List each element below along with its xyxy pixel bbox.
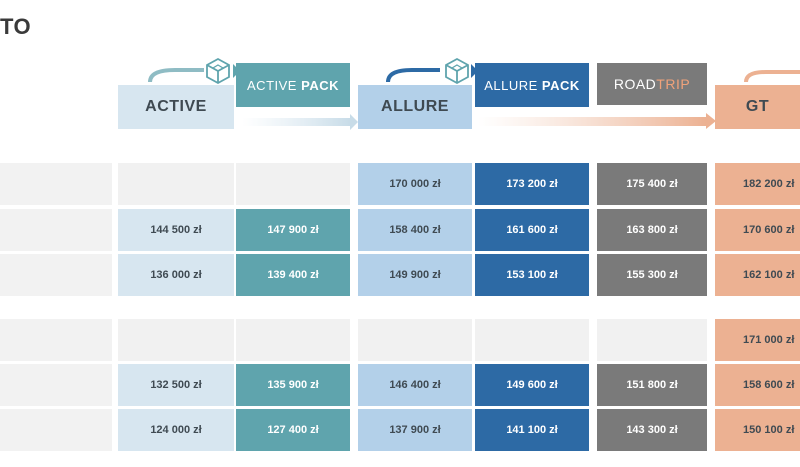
row-label [0, 364, 112, 406]
price-cell-allure: 170 000 zł [358, 163, 472, 205]
trim-header-allure-pack: ALLURE PACK [475, 63, 589, 107]
price-cell-allure-pack: 173 200 zł [475, 163, 589, 205]
price-cell-gt: 158 600 zł [715, 364, 800, 406]
price-cell-gt: 170 600 zł [715, 209, 800, 251]
price-cell-allure-pack: 149 600 zł [475, 364, 589, 406]
price-cell-allure-pack: 153 100 zł [475, 254, 589, 296]
price-cell-active [118, 319, 234, 361]
price-cell-active: 132 500 zł [118, 364, 234, 406]
trim-header-roadtrip: ROAD TRIP [597, 63, 707, 105]
trim-header-active-pack-suffix: PACK [301, 77, 339, 93]
price-cell-allure-pack: 161 600 zł [475, 209, 589, 251]
price-cell-gt: 150 100 zł [715, 409, 800, 451]
price-cell-allure [358, 319, 472, 361]
price-cell-active: 136 000 zł [118, 254, 234, 296]
price-cell-roadtrip: 143 300 zł [597, 409, 707, 451]
price-cell-gt: 171 000 zł [715, 319, 800, 361]
trim-header-allure-pack-name: ALLURE [484, 77, 538, 93]
trim-header-roadtrip-road: ROAD [613, 76, 657, 92]
price-cell-roadtrip: 151 800 zł [597, 364, 707, 406]
row-label [0, 254, 112, 296]
trim-header-gt: GT [715, 85, 800, 129]
price-cell-gt: 182 200 zł [715, 163, 800, 205]
price-cell-allure-pack [475, 319, 589, 361]
price-cell-active-pack: 147 900 zł [236, 209, 350, 251]
arrow-allure-to-pack [386, 68, 440, 83]
price-cell-allure: 137 900 zł [358, 409, 472, 451]
price-cell-roadtrip: 155 300 zł [597, 254, 707, 296]
price-cell-active-pack: 135 900 zł [236, 364, 350, 406]
price-cell-allure: 149 900 zł [358, 254, 472, 296]
price-cell-allure: 158 400 zł [358, 209, 472, 251]
price-cell-active [118, 163, 234, 205]
price-cell-active-pack [236, 319, 350, 361]
trim-header-roadtrip-trip: TRIP [656, 76, 691, 92]
price-cell-gt: 162 100 zł [715, 254, 800, 296]
price-cell-active: 124 000 zł [118, 409, 234, 451]
row-label [0, 409, 112, 451]
trim-header-active-pack: ACTIVE PACK [236, 63, 350, 107]
cube-outline-icon [445, 57, 469, 85]
price-cell-roadtrip: 175 400 zł [597, 163, 707, 205]
price-cell-active: 144 500 zł [118, 209, 234, 251]
trim-header-allure-pack-suffix: PACK [541, 77, 580, 93]
arrow-active-to-pack [148, 68, 204, 83]
price-cell-allure-pack: 141 100 zł [475, 409, 589, 451]
row-label [0, 319, 112, 361]
row-label [0, 209, 112, 251]
price-cell-active-pack [236, 163, 350, 205]
cube-outline-icon [206, 57, 230, 85]
price-cell-allure: 146 400 zł [358, 364, 472, 406]
price-cell-roadtrip: 163 800 zł [597, 209, 707, 251]
price-cell-roadtrip [597, 319, 707, 361]
arrow-gt-top [744, 70, 800, 83]
price-cell-active-pack: 127 400 zł [236, 409, 350, 451]
trim-header-active: ACTIVE [118, 85, 234, 129]
trim-header-active-pack-name: ACTIVE [247, 77, 297, 93]
trim-header-allure: ALLURE [358, 85, 472, 129]
row-label [0, 163, 112, 205]
price-cell-active-pack: 139 400 zł [236, 254, 350, 296]
